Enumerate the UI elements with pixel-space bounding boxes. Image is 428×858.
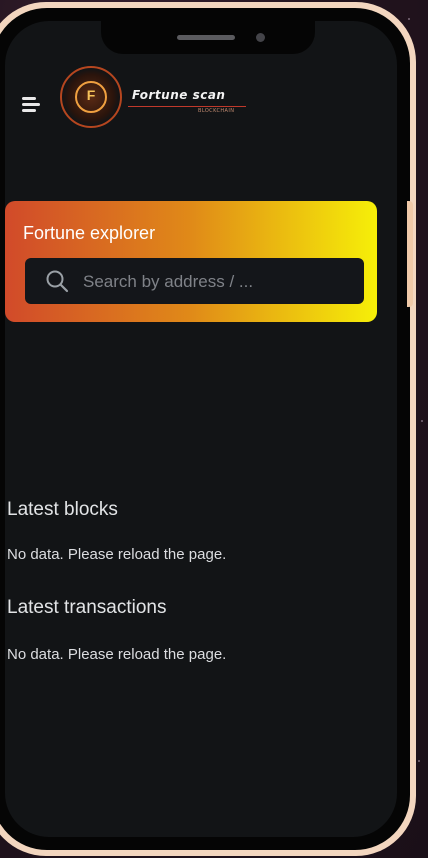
logo-brand-name: Fortune scan xyxy=(132,88,226,102)
latest-transactions-empty-message: No data. Please reload the page. xyxy=(7,646,227,663)
fortune-scan-logo[interactable]: F Fortune scan BLOCKCHAIN xyxy=(60,66,260,128)
phone-bezel: F Fortune scan BLOCKCHAIN Fortune explor… xyxy=(0,8,413,850)
menu-line xyxy=(22,97,36,100)
camera-icon xyxy=(256,33,265,42)
speaker-grille xyxy=(177,35,235,40)
phone-notch xyxy=(101,21,315,54)
phone-frame: F Fortune scan BLOCKCHAIN Fortune explor… xyxy=(0,2,416,856)
explorer-banner: Fortune explorer Search by address / ... xyxy=(5,201,377,322)
banner-title: Fortune explorer xyxy=(23,223,156,243)
latest-blocks-heading: Latest blocks xyxy=(7,499,118,520)
search-placeholder: Search by address / ... xyxy=(83,272,254,291)
logo-tagline: BLOCKCHAIN xyxy=(198,108,235,114)
app-screen: F Fortune scan BLOCKCHAIN Fortune explor… xyxy=(5,21,397,837)
latest-blocks-empty-message: No data. Please reload the page. xyxy=(7,546,227,563)
logo-emblem-letter: F xyxy=(86,87,96,103)
menu-line xyxy=(22,103,40,106)
logo-emblem-icon: F xyxy=(60,66,122,128)
menu-line xyxy=(22,109,36,112)
hamburger-menu-icon[interactable] xyxy=(22,95,44,115)
logo-underline xyxy=(128,106,246,107)
search-input[interactable]: Search by address / ... xyxy=(25,258,364,304)
search-icon xyxy=(46,270,69,293)
latest-transactions-heading: Latest transactions xyxy=(7,597,167,618)
phone-side-button xyxy=(407,201,413,307)
